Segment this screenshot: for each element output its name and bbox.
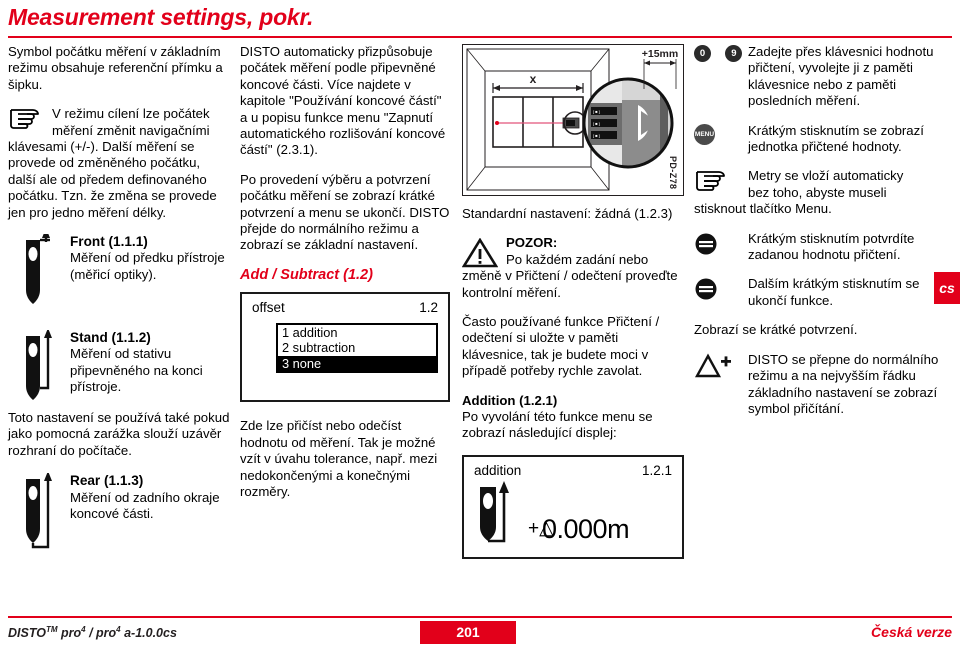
addition-intro-text: Po vyvolání této funkce menu se zobrazí …: [462, 409, 653, 441]
warning-title: POZOR:: [506, 235, 558, 251]
disto-rear-reference-icon: [26, 473, 52, 549]
note-line-2: měření změnit navigačními: [52, 122, 210, 138]
footer-model-mid: / pro: [85, 626, 117, 640]
column-one: Symbol počátku měření v základním režimu…: [8, 44, 230, 553]
footer-model: pro: [57, 626, 82, 640]
note-block-targeting: V režimu cílení lze počátek měření změni…: [8, 106, 230, 221]
intro-paragraph: Symbol počátku měření v základním režimu…: [8, 44, 223, 92]
hand-note-line-1: Metry se vloží automaticky: [748, 168, 904, 184]
key-row-numeric: 0 9 Zadejte přes klávesnici hodnotu přič…: [694, 44, 952, 110]
key-row-numeric-text: Zadejte přes klávesnici hodnotu přičtení…: [748, 44, 934, 109]
hand-note-remainder: stisknout tlačítko Menu.: [694, 201, 832, 217]
illustration-code: PD-Z78: [668, 155, 678, 189]
addition-display-code: 1.2.1: [641, 462, 672, 478]
svg-text:x: x: [530, 72, 537, 86]
footer-brand: DISTO: [8, 626, 46, 640]
footer-language-label: Česká verze: [871, 624, 952, 640]
key-row-exit-text: Dalším krátkým stisknutím se ukončí funk…: [748, 276, 920, 308]
key-row-delta-plus-text: DISTO se přepne do normálního režimu a n…: [748, 351, 939, 416]
page-number-badge: 201: [420, 621, 516, 644]
illustration-graphic: x [■] [■] [■] +15mm: [466, 48, 678, 191]
menu-key-icon[interactable]: MENU: [694, 123, 744, 145]
reference-rear: Rear (1.1.3) Měření od zadního okraje ko…: [8, 473, 230, 549]
key-row-menu-text: Krátkým stisknutím se zobrazí jednotka p…: [748, 122, 924, 155]
note-line-1: V režimu cílení lze počátek: [52, 106, 210, 122]
reference-stand-title: Stand (1.1.2): [70, 330, 151, 346]
svg-text:[ ■ ]: [ ■ ]: [593, 133, 600, 138]
key-row-confirm: Krátkým stisknutím potvrdíte zadanou hod…: [694, 231, 952, 264]
addition-display: addition 1.2.1 +△ 0.000m: [462, 454, 684, 559]
reference-stand-text: Měření od stativu připevněného na konci …: [70, 346, 203, 395]
key-row-confirm-text: Krátkým stisknutím potvrdíte zadanou hod…: [748, 230, 915, 263]
offset-display-code: 1.2: [419, 300, 438, 316]
reference-front-title: Front (1.1.1): [70, 234, 148, 250]
offset-display: offset 1.2 1 addition 2 subtraction 3 no…: [240, 292, 450, 403]
menu-key-label[interactable]: MENU: [694, 123, 715, 145]
memory-tip-paragraph: Často používané funkce Přičtení / odečte…: [462, 314, 660, 379]
addition-display-label: addition: [474, 462, 522, 478]
offset-display-label: offset: [252, 300, 285, 316]
key-row-menu: MENU Krátkým stisknutím se zobrazí jedno…: [694, 123, 952, 156]
footer-divider: [8, 616, 952, 618]
measurement-illustration: x [■] [■] [■] +15mm PD-Z78: [462, 44, 684, 196]
offset-option-list[interactable]: 1 addition 2 subtraction 3 none: [276, 322, 438, 374]
delta-plus-icon: [694, 353, 744, 383]
hand-note-line-2: bez toho, abyste museli: [748, 184, 887, 200]
add-subtract-heading: Add / Subtract (1.2): [240, 266, 373, 283]
note-remainder: klávesami (+/-). Další měření se provede…: [8, 139, 217, 220]
equals-button-icon[interactable]: [694, 232, 744, 260]
footer-product-info: DISTOTM pro4 / pro4 a-1.0.0cs: [8, 625, 177, 640]
column-four: 0 9 Zadejte přes klávesnici hodnotu přič…: [694, 44, 952, 430]
warning-block: POZOR: Po každém zadání nebo změně v Při…: [461, 235, 684, 301]
header-divider: [8, 36, 952, 38]
svg-text:[ ■ ]: [ ■ ]: [593, 121, 600, 126]
offset-option-none[interactable]: 3 none: [278, 355, 436, 372]
hand-pointing-icon: [694, 169, 744, 192]
reference-front-text: Měření od předku přístroje (měřicí optik…: [70, 250, 225, 282]
numeric-keys-icon: 0 9: [694, 45, 744, 63]
hand-pointing-icon: [8, 107, 48, 130]
addition-value: 0.000m: [542, 514, 630, 545]
footer-version: a-1.0.0cs: [120, 626, 177, 640]
warning-remainder: změně v Přičtení / odečtení proveďte kon…: [462, 268, 678, 300]
column-two: DISTO automaticky přizpůsobuje počátek m…: [240, 44, 450, 513]
reference-rear-text: Měření od zadního okraje koncové části.: [70, 489, 220, 522]
disto-stand-reference-icon: [26, 330, 52, 401]
reference-front: Front (1.1.1) Měření od předku přístroje…: [8, 234, 230, 306]
addition-heading: Addition (1.2.1): [462, 392, 558, 408]
equals-button-icon[interactable]: [694, 277, 744, 305]
key-row-hand-note: Metry se vloží automaticky bez toho, aby…: [694, 168, 952, 217]
warning-triangle-icon: [461, 237, 499, 272]
offset-explanation: Zde lze přičíst nebo odečíst hodnotu od …: [240, 418, 438, 499]
offset-option-subtraction[interactable]: 2 subtraction: [278, 340, 436, 356]
stand-note-paragraph: Toto nastavení se používá také pokud jak…: [8, 410, 230, 458]
confirmation-text: Zobrazí se krátké potvrzení.: [694, 322, 858, 338]
warning-line-1: Po každém zadání nebo: [506, 251, 649, 267]
column-three: x [■] [■] [■] +15mm PD-Z78 Standar…: [461, 44, 684, 559]
language-tab: cs: [934, 272, 960, 304]
disto-front-reference-icon: [26, 234, 50, 305]
svg-text:+15mm: +15mm: [642, 48, 678, 60]
svg-text:[ ■ ]: [ ■ ]: [593, 109, 600, 114]
auto-adapt-paragraph: DISTO automaticky přizpůsobuje počátek m…: [240, 44, 446, 158]
reference-rear-title: Rear (1.1.3): [70, 473, 144, 489]
key-row-exit: Dalším krátkým stisknutím se ukončí funk…: [694, 276, 952, 309]
reference-stand: Stand (1.1.2) Měření od stativu připevně…: [8, 330, 230, 402]
standard-setting-text: Standardní nastavení: žádná (1.2.3): [462, 206, 673, 221]
footer-tm: TM: [45, 624, 58, 634]
key-9-icon[interactable]: 9: [725, 45, 743, 63]
page-title: Measurement settings, pokr.: [8, 4, 314, 30]
document-page: Measurement settings, pokr. Symbol počát…: [0, 0, 960, 650]
offset-option-addition[interactable]: 1 addition: [278, 325, 436, 341]
confirm-paragraph: Po provedení výběru a potvrzení počátku …: [240, 171, 450, 253]
key-0-icon[interactable]: 0: [694, 45, 711, 63]
key-row-delta-plus: DISTO se přepne do normálního režimu a n…: [694, 352, 952, 418]
